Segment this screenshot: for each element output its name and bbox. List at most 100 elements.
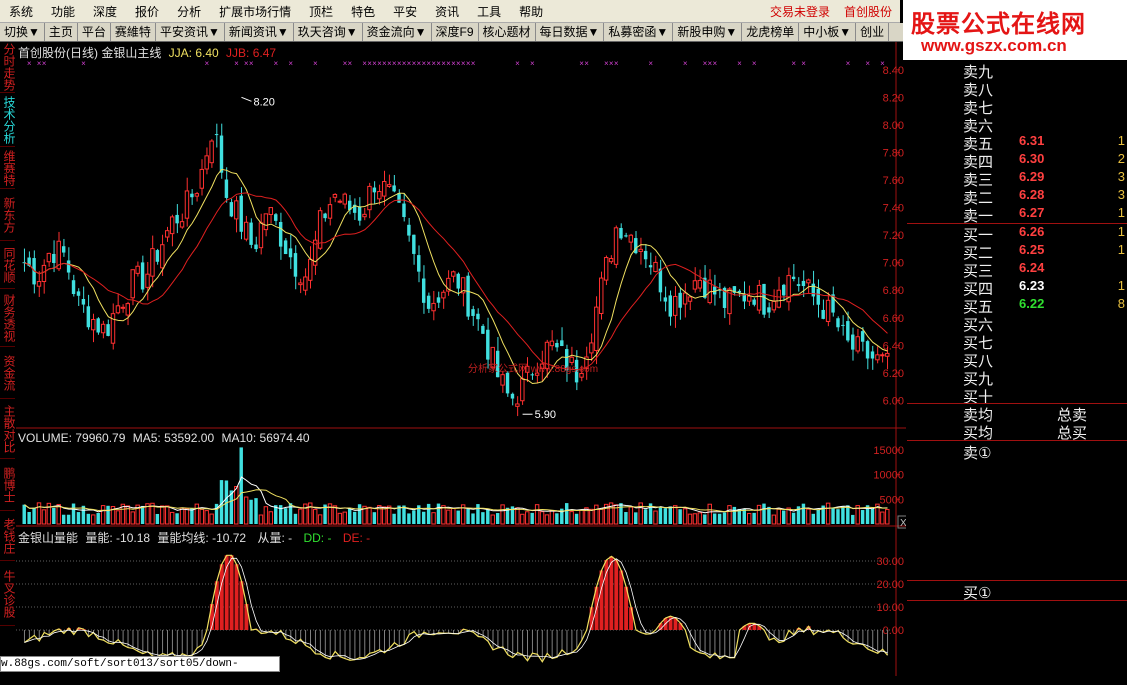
volume-bar (776, 508, 781, 525)
volume-bar (56, 504, 61, 525)
candle-body (825, 299, 831, 322)
candle-body (268, 207, 274, 216)
menu-item[interactable]: 平安 (384, 3, 426, 20)
chart-canvas[interactable]: 8.40 8.20 8.00 7.80 7.60 7.40 7.20 7.00 6.80 6.60… (16, 42, 906, 676)
volume-bar (712, 513, 717, 524)
sell-first-label: 卖① (963, 445, 992, 462)
volume-bar (880, 511, 885, 525)
toolbar-button[interactable]: 新股申购▼ (673, 23, 743, 41)
candle-body (628, 234, 634, 243)
volume-bar (76, 512, 81, 524)
candle-body (66, 260, 71, 273)
menu-item[interactable]: 顶栏 (300, 3, 342, 20)
menu-item[interactable]: 资讯 (426, 3, 468, 20)
candle-body (421, 278, 426, 303)
volume-bar (115, 510, 121, 525)
side-tab[interactable]: 资金流 (0, 348, 16, 399)
candle-body (342, 193, 347, 205)
side-tab[interactable]: 财务透视 (0, 290, 16, 347)
toolbar-button[interactable]: 深度F9 (432, 23, 479, 41)
side-tab[interactable]: 分时走势 (0, 42, 16, 93)
indicator-title: 金银山量能 (18, 531, 79, 545)
volume-bar (66, 514, 71, 524)
volume-bar (436, 503, 441, 524)
candle-body (692, 280, 698, 290)
toolbar-button[interactable]: 切换▼ (0, 23, 45, 41)
candle-body (327, 204, 333, 219)
volume-bar (860, 510, 865, 524)
signal-marker: × (288, 59, 293, 68)
candle-body (36, 281, 42, 287)
side-tab[interactable]: 老钱庄 (0, 512, 16, 561)
indicator-tick-label: 10.00 (876, 602, 904, 614)
volume-tick-label: 5000 (880, 494, 904, 506)
candle-body (663, 297, 668, 302)
volume-bar (466, 508, 470, 524)
menu-item[interactable]: 工具 (468, 3, 510, 20)
toolbar-button[interactable]: 龙虎榜单 (742, 23, 800, 41)
volume-bar (446, 509, 451, 525)
volume-value: VOLUME: 79960.79 (18, 431, 126, 445)
candle-body (836, 318, 840, 328)
toolbar-button[interactable]: 中小板▼ (799, 23, 857, 41)
toolbar-button[interactable]: 玖天咨询▼ (294, 23, 363, 41)
toolbar-button[interactable]: 主页 (45, 23, 78, 41)
order-book-row: 卖七 (907, 97, 1127, 117)
menu-item[interactable]: 系统 (0, 3, 42, 20)
toolbar-button[interactable]: 每日数据▼ (536, 23, 605, 41)
menu-item[interactable]: 分析 (168, 3, 210, 20)
candle-body (407, 224, 411, 236)
side-tab[interactable]: 新东方 (0, 190, 16, 241)
volume-bar (263, 506, 269, 525)
volume-bar (312, 508, 318, 525)
volume-bar (27, 511, 31, 524)
toolbar-button[interactable]: 核心题材 (479, 23, 536, 41)
menu-item[interactable]: 扩展市场行情 (210, 3, 300, 20)
side-tab[interactable]: 技术分析 (0, 94, 16, 147)
candle-body (638, 248, 643, 252)
status-url: w.88gs.com/soft/sort013/sort05/down-7236… (0, 656, 280, 684)
volume-bar (293, 513, 298, 524)
side-tab[interactable]: 鹏博士 (0, 460, 16, 511)
volume-bar (495, 513, 500, 524)
candle-body (308, 258, 313, 281)
volume-tick-label: 15000 (873, 445, 904, 457)
volume-bar (692, 513, 698, 525)
side-tab[interactable]: 牛叉诊股 (0, 562, 16, 626)
toolbar-button[interactable]: 赛維特 (111, 23, 156, 41)
candle-body (61, 246, 66, 253)
menu-item[interactable]: 报价 (126, 3, 168, 20)
toolbar-button[interactable]: 新闻资讯▼ (225, 23, 294, 41)
side-tab[interactable]: 维赛特 (0, 148, 16, 189)
volume-bar (22, 504, 26, 524)
volume-bar (752, 512, 756, 524)
chart-area[interactable]: 8.40 8.20 8.00 7.80 7.60 7.40 7.20 7.00 6.80 6.60… (16, 42, 906, 676)
candle-body (160, 244, 165, 269)
candle-body (776, 289, 781, 308)
toolbar-button[interactable]: 创业 (856, 23, 890, 41)
volume-bar (283, 508, 288, 524)
toolbar-button[interactable]: 资金流向▼ (363, 23, 432, 41)
signal-marker: × (752, 59, 757, 68)
indicator-line (24, 554, 888, 663)
menu-item[interactable]: 功能 (42, 3, 84, 20)
volume-bar (825, 502, 831, 525)
candle-body (140, 262, 145, 290)
toolbar-button[interactable]: 平安资讯▼ (156, 23, 225, 41)
candle-body (175, 214, 179, 224)
side-tab[interactable]: 主散对比 (0, 400, 16, 459)
order-volume: 1 (1117, 242, 1125, 257)
menu-item[interactable]: 深度 (84, 3, 126, 20)
candle-body (648, 265, 653, 268)
toolbar-button[interactable]: 私募密函▼ (604, 23, 674, 41)
side-tab[interactable]: 同花顺 (0, 242, 16, 289)
menu-item[interactable]: 帮助 (510, 3, 552, 20)
login-status[interactable]: 交易未登录 (770, 3, 830, 20)
toolbar-button[interactable]: 平台 (78, 23, 111, 41)
volume-bar (357, 504, 362, 524)
menu-item[interactable]: 特色 (342, 3, 384, 20)
volume-bar (811, 513, 816, 524)
volume-bar (836, 509, 840, 524)
order-price: 6.28 (1019, 187, 1045, 202)
volume-bar (426, 503, 431, 524)
